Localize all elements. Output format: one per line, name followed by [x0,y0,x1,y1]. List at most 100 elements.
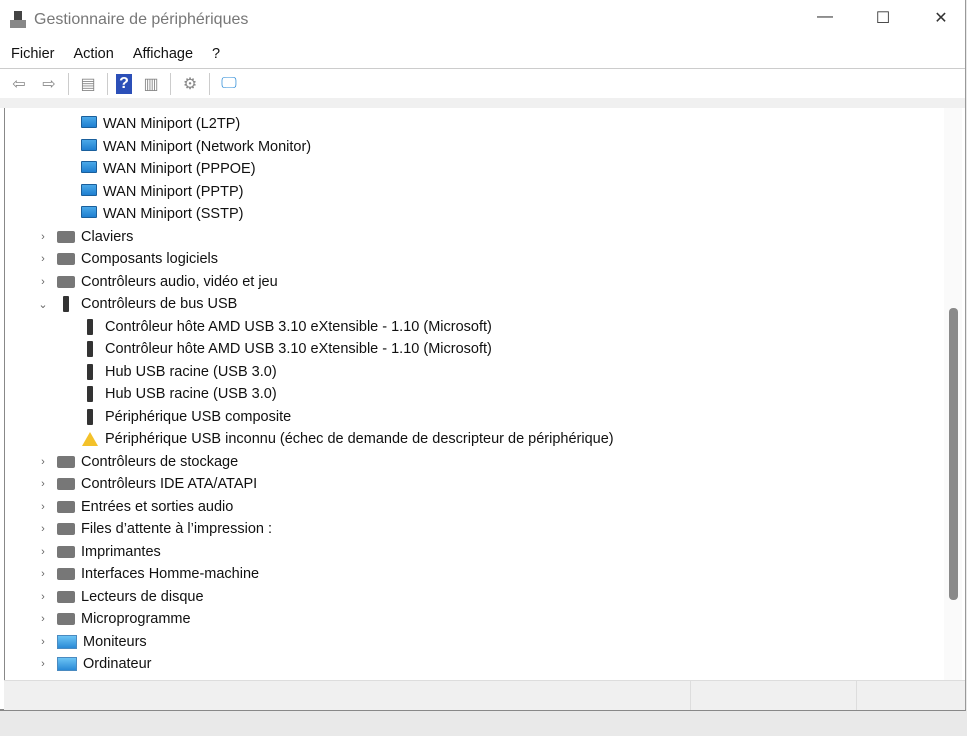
tree-item-label: WAN Miniport (Network Monitor) [103,138,312,155]
expand-chevron-icon[interactable]: › [38,456,48,468]
expand-chevron-icon[interactable]: › [38,276,48,288]
generic-device-icon [57,500,75,513]
collapse-chevron-icon[interactable]: ⌄ [38,298,48,311]
generic-device-icon [57,253,75,265]
tree-item[interactable]: WAN Miniport (Network Monitor) [81,136,311,158]
tree-item[interactable]: › Composants logiciels [41,248,218,270]
tree-item-label: Microprogramme [81,611,191,627]
tree-item[interactable]: Contrôleur hôte AMD USB 3.10 eXtensible … [81,338,492,360]
toolbar-separator [209,73,210,95]
generic-device-icon [57,545,75,558]
tree-item[interactable]: Périphérique USB composite [81,406,291,428]
forward-icon[interactable]: ⇨ [38,74,60,94]
toolbar-separator [170,73,171,95]
tree-item[interactable]: › Contrôleurs IDE ATA/ATAPI [41,473,258,495]
expand-chevron-icon[interactable]: › [38,613,48,625]
tree-item-label: Contrôleur hôte AMD USB 3.10 eXtensible … [105,318,492,335]
network-device-icon [81,116,97,128]
generic-device-icon [57,590,75,603]
menu-affichage[interactable]: Affichage [133,44,193,66]
expand-chevron-icon[interactable]: › [38,546,48,558]
expand-chevron-icon[interactable]: › [38,658,48,670]
scrollbar-thumb[interactable] [949,308,958,600]
device-manager-icon [10,11,26,29]
menu-action[interactable]: Action [74,44,114,66]
update-driver-icon[interactable]: ⚙ [179,74,201,94]
tree-item-label: WAN Miniport (PPTP) [103,183,244,200]
tree-item[interactable]: WAN Miniport (PPPOE) [81,158,256,180]
tree-item[interactable]: › Interfaces Homme-machine [41,563,259,585]
tree-item[interactable]: Hub USB racine (USB 3.0) [81,361,277,383]
tree-item[interactable]: ⌄ Contrôleurs de bus USB [38,293,238,315]
expand-chevron-icon[interactable]: › [38,523,48,535]
tree-item[interactable]: › Claviers [41,226,133,248]
toolbar-separator [107,73,108,95]
close-button[interactable]: ✕ [926,8,956,28]
network-device-icon [81,183,97,196]
usb-device-icon [63,296,69,312]
tree-item-label: Hub USB racine (USB 3.0) [105,386,277,402]
expand-chevron-icon[interactable]: › [38,231,48,243]
expand-chevron-icon[interactable]: › [38,636,48,648]
back-icon[interactable]: ⇦ [8,74,30,94]
generic-device-icon [57,478,75,490]
generic-device-icon [57,230,75,243]
expand-chevron-icon[interactable]: › [38,568,48,580]
usb-device-icon [87,386,93,402]
vertical-scrollbar[interactable] [944,108,962,680]
network-device-icon [81,161,97,173]
generic-device-icon [57,613,75,625]
expand-chevron-icon[interactable]: › [38,478,48,490]
expand-chevron-icon[interactable]: › [38,501,48,513]
show-action-pane-icon[interactable]: ▥ [140,74,162,94]
tree-item[interactable]: Hub USB racine (USB 3.0) [81,383,277,405]
window-title: Gestionnaire de périphériques [34,11,249,28]
expand-chevron-icon[interactable]: › [38,591,48,603]
show-hide-console-tree-icon[interactable]: ▤ [77,74,99,94]
tree-item[interactable]: › Microprogramme [41,608,191,630]
scan-hardware-icon[interactable]: 🖵 [218,74,240,94]
tree-item-label: Contrôleurs de bus USB [81,296,238,312]
expand-chevron-icon[interactable]: › [38,253,48,265]
pane-gap [0,98,965,108]
usb-device-icon [87,318,93,335]
tree-item-label: Entrées et sorties audio [81,498,234,515]
tree-item[interactable]: › Moniteurs [41,631,147,653]
tree-item-label: Lecteurs de disque [81,588,204,605]
toolbar-separator [68,73,69,95]
tree-item-label: Contrôleurs IDE ATA/ATAPI [81,476,258,492]
tree-item[interactable]: › Contrôleurs de stockage [41,451,238,473]
tree-item-label: Périphérique USB composite [105,408,292,425]
tree-item[interactable]: WAN Miniport (L2TP) [81,113,240,135]
tree-item[interactable]: › Ordinateur [41,653,152,675]
monitor-device-icon [57,634,77,649]
tree-item-label: Contrôleurs audio, vidéo et jeu [81,273,278,290]
minimize-button[interactable]: — [810,8,840,26]
tree-item[interactable]: Périphérique USB inconnu (échec de deman… [81,428,614,450]
tree-item[interactable]: › Imprimantes [41,541,161,563]
tree-item[interactable]: WAN Miniport (SSTP) [81,203,243,225]
tree-item-label: WAN Miniport (L2TP) [103,116,241,132]
tree-item-label: WAN Miniport (PPPOE) [103,161,256,177]
generic-device-icon [57,523,75,535]
menu-fichier[interactable]: Fichier [11,44,55,66]
tree-item-label: Contrôleur hôte AMD USB 3.10 eXtensible … [105,341,492,357]
tree-item[interactable]: › Contrôleurs audio, vidéo et jeu [41,271,278,293]
tree-item[interactable]: › Entrées et sorties audio [41,496,234,518]
device-manager-window: Gestionnaire de périphériques — ☐ ✕ Fich… [0,0,966,711]
maximize-button[interactable]: ☐ [868,8,898,28]
tree-item[interactable]: Contrôleur hôte AMD USB 3.10 eXtensible … [81,316,492,338]
tree-item[interactable]: WAN Miniport (PPTP) [81,181,243,203]
tree-item-label: Files d’attente à l’impression : [81,521,272,537]
tree-item[interactable]: › Lecteurs de disque [41,586,204,608]
tree-item-label: Ordinateur [83,656,152,672]
help-icon[interactable]: ? [116,74,132,94]
generic-device-icon [57,568,75,580]
status-bar [4,680,965,710]
tree-item[interactable]: › Files d’attente à l’impression : [41,518,272,540]
title-bar: Gestionnaire de périphériques — ☐ ✕ [0,0,965,40]
warning-device-icon [82,432,98,446]
tree-item-label: Hub USB racine (USB 3.0) [105,363,277,380]
tree-item-label: Imprimantes [81,543,161,560]
menu-help[interactable]: ? [212,44,220,66]
